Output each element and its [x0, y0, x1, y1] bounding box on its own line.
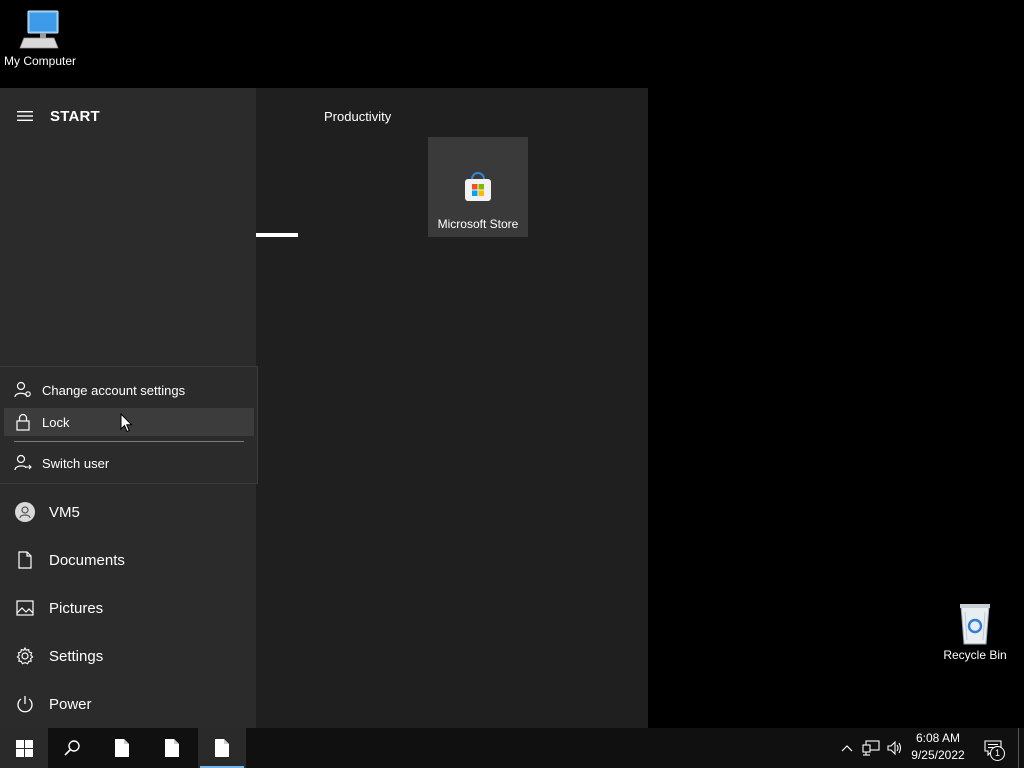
desktop-icon-recycle-bin[interactable]: Recycle Bin	[935, 602, 1015, 662]
chevron-up-icon	[841, 745, 853, 752]
nav-item-label: Documents	[49, 551, 125, 569]
nav-item-user[interactable]: VM5	[0, 490, 256, 534]
start-menu-header: START	[0, 102, 256, 130]
power-icon	[0, 695, 49, 713]
start-button[interactable]	[0, 728, 48, 768]
volume-button[interactable]	[884, 728, 906, 768]
nav-item-label: Power	[49, 695, 92, 713]
file-icon	[115, 739, 129, 757]
start-menu: START Change account settings Lock Switc…	[0, 88, 648, 728]
flyout-divider	[14, 441, 244, 442]
tile-group-label[interactable]: Productivity	[324, 109, 391, 124]
speaker-icon	[887, 741, 902, 755]
hamburger-menu-button[interactable]	[0, 102, 50, 130]
taskbar: 6:08 AM 9/25/2022 1	[0, 728, 1024, 768]
windows-logo-icon	[15, 739, 33, 757]
flyout-item-label: Change account settings	[42, 382, 186, 398]
mouse-cursor-icon	[120, 413, 133, 433]
notification-count-badge: 1	[990, 746, 1005, 761]
start-menu-left-pane: START Change account settings Lock Switc…	[0, 88, 258, 728]
file-icon	[165, 739, 179, 757]
show-desktop-button[interactable]	[1018, 728, 1024, 768]
nav-item-label: Pictures	[49, 599, 104, 617]
taskbar-clock[interactable]: 6:08 AM 9/25/2022	[906, 730, 970, 766]
microsoft-store-icon	[462, 171, 494, 208]
network-button[interactable]	[860, 728, 882, 768]
computer-icon	[19, 10, 59, 49]
nav-item-settings[interactable]: Settings	[0, 634, 256, 678]
taskbar-app-2[interactable]	[148, 728, 196, 768]
search-button[interactable]	[48, 728, 96, 768]
hamburger-icon	[17, 111, 33, 121]
document-icon	[0, 551, 49, 569]
start-menu-title: START	[50, 107, 100, 125]
search-icon	[64, 740, 80, 756]
taskbar-app-3[interactable]	[198, 728, 246, 768]
nav-item-pictures[interactable]: Pictures	[0, 586, 256, 630]
clock-date: 9/25/2022	[911, 748, 965, 762]
tile-label: Microsoft Store	[437, 217, 519, 231]
desktop-icon-label: Recycle Bin	[943, 648, 1007, 662]
nav-item-label: VM5	[49, 503, 80, 521]
pictures-icon	[0, 600, 49, 616]
desktop-icon-my-computer[interactable]: My Computer	[0, 8, 80, 68]
network-icon	[862, 740, 880, 756]
lock-icon	[4, 413, 42, 431]
file-icon	[215, 739, 229, 757]
switch-user-icon	[4, 454, 42, 472]
account-settings-icon	[4, 381, 42, 399]
change-account-settings-item[interactable]: Change account settings	[4, 376, 254, 404]
desktop-icon-label: My Computer	[3, 54, 77, 68]
nav-item-label: Settings	[49, 647, 104, 665]
switch-user-item[interactable]: Switch user	[4, 449, 254, 477]
taskbar-app-1[interactable]	[98, 728, 146, 768]
flyout-item-label: Switch user	[42, 455, 110, 471]
nav-item-documents[interactable]: Documents	[0, 538, 256, 582]
microsoft-store-tile[interactable]: Microsoft Store	[428, 137, 528, 237]
clock-time: 6:08 AM	[915, 731, 961, 745]
flyout-item-label: Lock	[42, 414, 70, 430]
gear-icon	[0, 647, 49, 665]
tile-scroll-indicator	[256, 233, 298, 237]
recycle-bin-icon	[960, 604, 990, 645]
user-avatar-icon	[0, 502, 49, 522]
nav-item-power[interactable]: Power	[0, 682, 256, 726]
show-hidden-icons-button[interactable]	[836, 728, 858, 768]
